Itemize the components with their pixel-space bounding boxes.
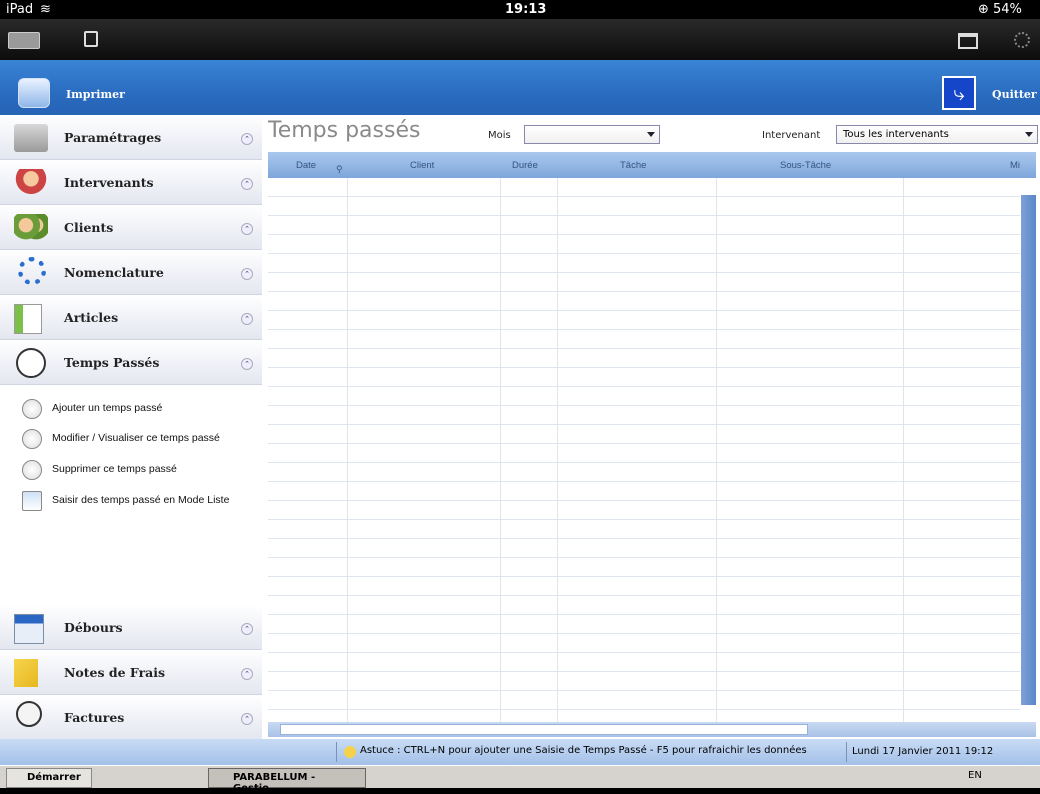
start-button[interactable]: Démarrer [6, 768, 92, 788]
sidebar-item-label: Temps Passés [64, 355, 160, 370]
top-toolbar-strip [0, 19, 1040, 60]
sidebar-item-label: Paramétrages [64, 130, 162, 145]
keyboard-icon[interactable] [8, 32, 40, 49]
sub-item-list-mode[interactable]: Saisir des temps passé en Mode Liste [22, 489, 262, 513]
copy-icon[interactable] [84, 31, 98, 47]
rotation-lock-icon: ⊕ [978, 2, 989, 17]
battery-level: 54% [993, 2, 1022, 17]
sidebar-item-factures[interactable]: Factures ⌃ [0, 695, 262, 740]
column-header-mi[interactable]: Mi [1010, 160, 1020, 171]
column-header-sous-tache[interactable]: Sous-Tâche [780, 160, 831, 171]
start-label: Démarrer [27, 772, 81, 783]
column-header-date[interactable]: Date [296, 160, 316, 171]
column-divider [903, 178, 904, 722]
sub-item-label: Saisir des temps passé en Mode Liste [52, 494, 230, 506]
chevron-up-icon[interactable]: ⌃ [241, 313, 253, 325]
settings-folder-icon [14, 124, 48, 152]
app-toolbar [0, 60, 1040, 115]
settings-icon[interactable] [1014, 32, 1030, 48]
note-icon [14, 659, 38, 687]
sub-item-label: Modifier / Visualiser ce temps passé [52, 432, 220, 444]
sub-item-add[interactable]: Ajouter un temps passé [22, 397, 262, 421]
sub-item-edit[interactable]: Modifier / Visualiser ce temps passé [22, 427, 262, 451]
print-button[interactable]: Imprimer [66, 88, 125, 101]
sidebar-item-parametrages[interactable]: Paramétrages ⌃ [0, 115, 262, 160]
sidebar-item-label: Notes de Frais [64, 665, 166, 680]
column-divider [500, 178, 501, 722]
mois-label: Mois [488, 130, 511, 141]
taskbar-app-label: PARABELLUM - Gestio... [233, 772, 316, 794]
chevron-up-icon[interactable]: ⌃ [241, 133, 253, 145]
article-icon [14, 304, 42, 334]
column-divider [716, 178, 717, 722]
chevron-down-icon [647, 132, 655, 137]
language-indicator[interactable]: EN [968, 770, 982, 781]
status-date: Lundi 17 Janvier 2011 19:12 [852, 746, 994, 757]
ios-status-bar: iPad ≋ 19:13 ⊕ 54% [0, 0, 1040, 19]
sidebar-item-notes-de-frais[interactable]: Notes de Frais ⌃ [0, 650, 262, 695]
column-header-client[interactable]: Client [410, 160, 434, 171]
chevron-up-icon[interactable]: ⌃ [241, 178, 253, 190]
chevron-down-icon [1025, 132, 1033, 137]
sidebar-item-label: Débours [64, 620, 123, 635]
taskbar-app-button[interactable]: PARABELLUM - Gestio... [208, 768, 366, 794]
chevron-up-icon[interactable]: ⌃ [241, 713, 253, 725]
exit-icon[interactable]: ⤷ [942, 76, 976, 110]
mois-select[interactable] [524, 125, 660, 144]
clock-add-icon [22, 399, 42, 419]
column-divider [557, 178, 558, 722]
sidebar-item-intervenants[interactable]: Intervenants ⌃ [0, 160, 262, 205]
clock-time: 19:13 [505, 2, 547, 17]
grid-header: Date ⚲ Client Durée Tâche Sous-Tâche Mi [268, 152, 1036, 178]
sub-item-delete[interactable]: Supprimer ce temps passé [22, 458, 262, 482]
person-icon [14, 169, 48, 197]
sidebar-item-label: Factures [64, 710, 125, 725]
people-icon [14, 214, 48, 242]
column-divider [347, 178, 348, 722]
device-name: iPad [6, 2, 34, 17]
lightbulb-icon [344, 746, 356, 758]
clock-icon [16, 348, 46, 378]
quit-button[interactable]: Quitter [992, 88, 1037, 101]
wifi-icon: ≋ [40, 2, 51, 17]
chevron-up-icon[interactable]: ⌃ [241, 223, 253, 235]
chevron-up-icon[interactable]: ⌃ [241, 668, 253, 680]
sidebar-item-articles[interactable]: Articles ⌃ [0, 295, 262, 340]
sidebar-item-label: Intervenants [64, 175, 154, 190]
calculator-icon [14, 614, 44, 644]
sidebar-item-label: Nomenclature [64, 265, 164, 280]
chevron-up-icon[interactable]: ⌃ [241, 358, 253, 370]
horizontal-scroll-thumb[interactable] [280, 724, 808, 735]
divider [336, 742, 337, 762]
grid-rows[interactable] [268, 178, 1020, 722]
sidebar-item-label: Clients [64, 220, 114, 235]
divider [846, 742, 847, 762]
sub-item-label: Supprimer ce temps passé [52, 463, 177, 475]
chevron-up-icon[interactable]: ⌃ [241, 268, 253, 280]
sidebar-item-temps-passes[interactable]: Temps Passés ⌃ [0, 340, 262, 385]
invoice-icon [16, 701, 42, 727]
cart-icon[interactable] [958, 33, 978, 49]
column-header-tache[interactable]: Tâche [620, 160, 646, 171]
gear-icon [18, 257, 46, 285]
intervenant-select[interactable]: Tous les intervenants [836, 125, 1038, 144]
page-title: Temps passés [268, 118, 421, 143]
taskbar [0, 765, 1040, 788]
sidebar-item-debours[interactable]: Débours ⌃ [0, 605, 262, 650]
sidebar-item-label: Articles [64, 310, 119, 325]
clock-delete-icon [22, 460, 42, 480]
sidebar-item-nomenclature[interactable]: Nomenclature ⌃ [0, 250, 262, 295]
intervenant-value: Tous les intervenants [843, 129, 949, 140]
intervenant-label: Intervenant [762, 130, 821, 141]
chevron-up-icon[interactable]: ⌃ [241, 623, 253, 635]
status-tip: Astuce : CTRL+N pour ajouter une Saisie … [360, 745, 807, 756]
vertical-scroll-thumb[interactable] [1021, 195, 1036, 705]
clock-edit-icon [22, 429, 42, 449]
sidebar-item-clients[interactable]: Clients ⌃ [0, 205, 262, 250]
print-icon[interactable] [18, 78, 50, 108]
column-header-duree[interactable]: Durée [512, 160, 538, 171]
sub-item-label: Ajouter un temps passé [52, 402, 163, 414]
list-grid-icon [22, 491, 42, 511]
search-icon[interactable]: ⚲ [336, 164, 343, 175]
